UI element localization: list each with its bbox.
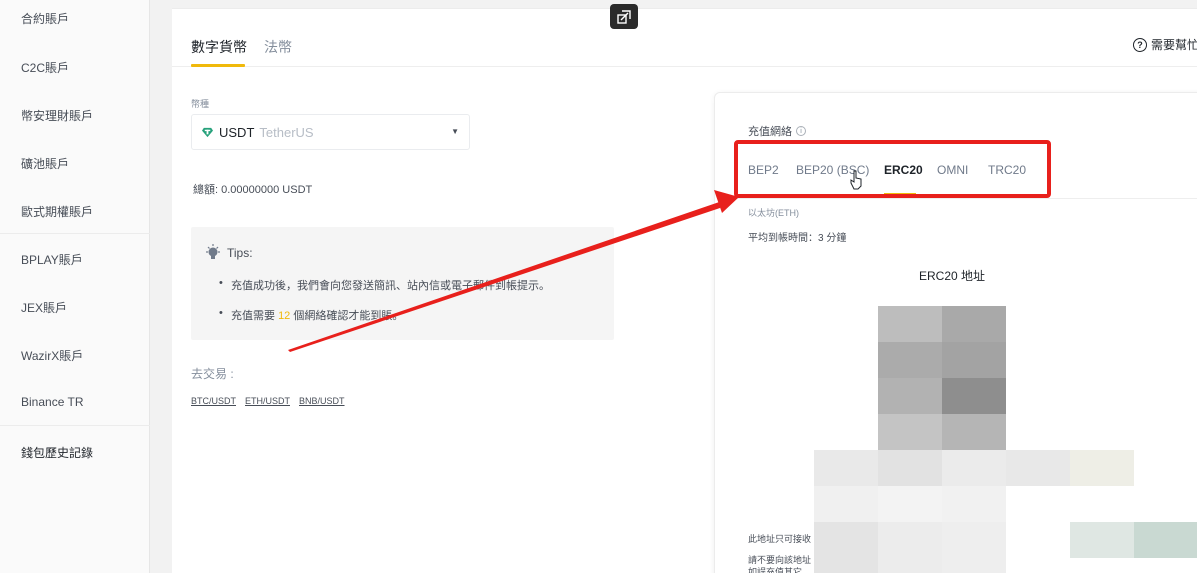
annotation-arrow (288, 190, 739, 352)
restore-window-button[interactable] (610, 4, 638, 29)
hand-cursor-icon (850, 170, 862, 190)
restore-icon (617, 9, 631, 24)
